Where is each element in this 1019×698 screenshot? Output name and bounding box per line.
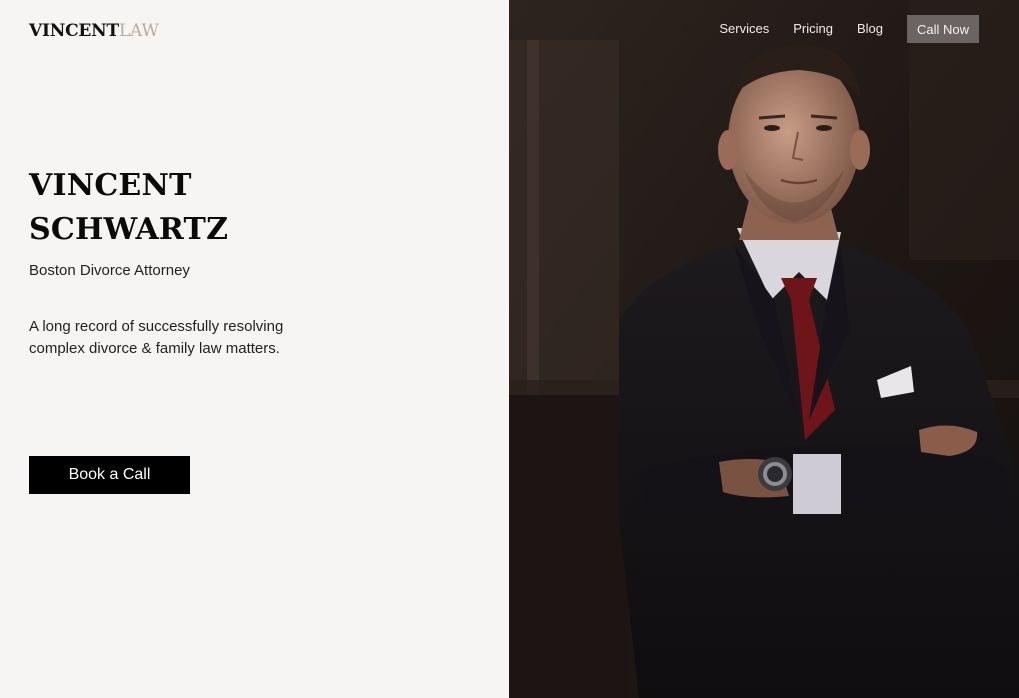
call-now-button[interactable]: Call Now bbox=[906, 15, 979, 43]
nav-link-services[interactable]: Services bbox=[719, 15, 769, 43]
logo-light-text: LAW bbox=[118, 21, 159, 41]
nav-link-blog[interactable]: Blog bbox=[857, 15, 883, 43]
hero-subtitle: Boston Divorce Attorney bbox=[29, 262, 190, 279]
hero-title-line-2: SCHWARTZ bbox=[29, 212, 229, 247]
page: VINCENTLAW VINCENT SCHWARTZ Boston Divor… bbox=[0, 0, 1019, 698]
hero-text-panel: VINCENTLAW VINCENT SCHWARTZ Boston Divor… bbox=[0, 0, 509, 698]
logo-bold-text: VINCENT bbox=[29, 21, 119, 41]
nav-link-pricing[interactable]: Pricing bbox=[793, 15, 833, 43]
site-logo[interactable]: VINCENTLAW bbox=[29, 21, 159, 41]
top-nav: Services Pricing Blog Call Now bbox=[695, 15, 979, 43]
hero-photo-panel: Services Pricing Blog Call Now bbox=[509, 0, 1019, 698]
hero-description: A long record of successfully resolving … bbox=[29, 318, 284, 357]
attorney-portrait-image bbox=[509, 0, 1019, 698]
hero-title-line-1: VINCENT bbox=[29, 168, 192, 203]
hero-title: VINCENT SCHWARTZ bbox=[29, 164, 228, 252]
book-a-call-button[interactable]: Book a Call bbox=[29, 456, 190, 494]
